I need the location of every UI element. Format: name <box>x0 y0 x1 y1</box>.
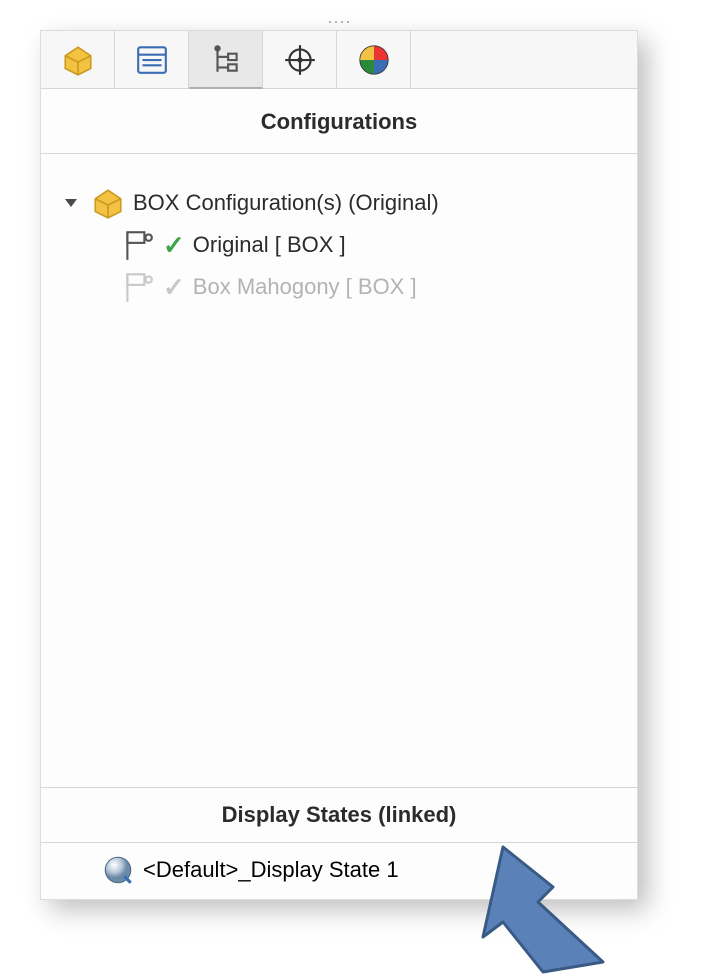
tab-bar <box>41 31 637 89</box>
tab-feature[interactable] <box>41 31 115 89</box>
flag-icon <box>121 228 155 262</box>
section-title-configurations: Configurations <box>41 89 637 154</box>
tree-root-label: BOX Configuration(s) (Original) <box>133 190 439 216</box>
sphere-icon <box>101 853 135 887</box>
tab-configurations[interactable] <box>189 31 263 89</box>
caret-down-icon <box>65 199 77 207</box>
section-title-display-states: Display States (linked) <box>41 787 637 843</box>
flag-icon <box>121 270 155 304</box>
display-state-label: <Default>_Display State 1 <box>143 857 399 883</box>
tab-display[interactable] <box>337 31 411 89</box>
tree-item-label: Original [ BOX ] <box>193 232 346 258</box>
tree-item-inactive[interactable]: ✓ Box Mahogony [ BOX ] <box>65 266 625 308</box>
list-icon <box>135 43 169 77</box>
tree-root[interactable]: BOX Configuration(s) (Original) <box>65 182 625 224</box>
configuration-panel: Configurations BOX Configuration(s) (Ori… <box>40 30 638 900</box>
configuration-tree: BOX Configuration(s) (Original) ✓ Origin… <box>41 154 637 787</box>
tree-item-label: Box Mahogony [ BOX ] <box>193 274 417 300</box>
checkmark-inactive-icon: ✓ <box>163 272 185 303</box>
tab-properties[interactable] <box>115 31 189 89</box>
drag-grip[interactable] <box>329 21 349 27</box>
block-icon <box>91 186 125 220</box>
crosshair-icon <box>283 43 317 77</box>
config-tree-icon <box>209 42 243 76</box>
checkmark-active-icon: ✓ <box>163 230 185 261</box>
tab-dimxpert[interactable] <box>263 31 337 89</box>
display-state-item[interactable]: <Default>_Display State 1 <box>41 843 637 899</box>
appearance-icon <box>357 43 391 77</box>
block-icon <box>61 43 95 77</box>
tree-item-active[interactable]: ✓ Original [ BOX ] <box>65 224 625 266</box>
